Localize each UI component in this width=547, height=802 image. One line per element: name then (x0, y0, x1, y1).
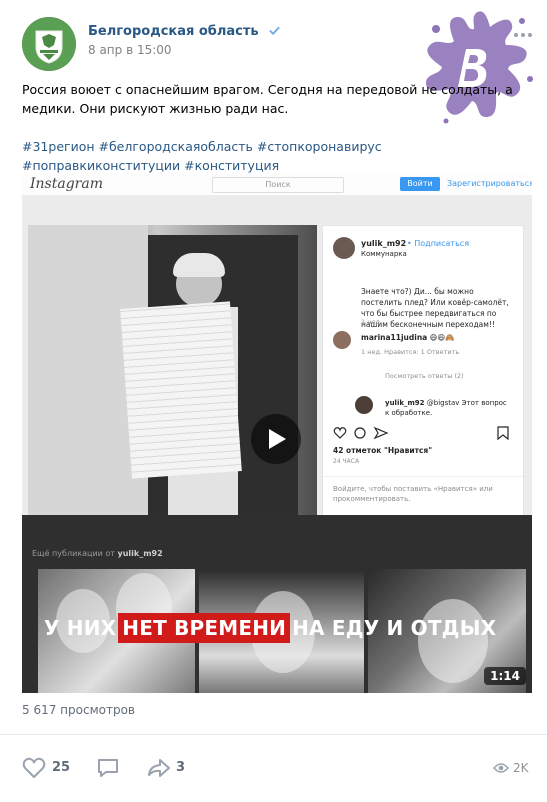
video-view-count: 5 617 просмотров (22, 703, 135, 717)
share-count: 3 (176, 760, 186, 775)
instagram-more-from: Ещё публикации от yulik_m92 (32, 549, 163, 558)
like-button[interactable]: 25 (22, 757, 72, 779)
instagram-username: yulik_m92 (361, 239, 407, 248)
instagram-login-button: Войти (400, 177, 440, 191)
instagram-commenter: marina11judina 😄😄🙈 (361, 333, 455, 342)
eye-icon (493, 763, 509, 773)
instagram-commenter-avatar (333, 331, 351, 349)
author-name[interactable]: Белгородская область (88, 24, 281, 39)
instagram-comment-meta: 1 нед. (361, 318, 383, 326)
instagram-login-prompt: Войдите, чтобы поставить «Нравится» или … (333, 485, 493, 503)
comment-icon (98, 759, 118, 777)
author-avatar[interactable] (22, 17, 76, 71)
post-hashtags[interactable]: #31регион #белгородскаяобласть #стопкоро… (22, 137, 532, 175)
instagram-action-icons (333, 426, 509, 440)
post-card: Белгородская область 8 апр в 15:00 Росси… (0, 0, 547, 802)
video-caption-end: НА ЕДУ И ОТДЫХ (292, 616, 497, 640)
instagram-register-link: Зарегистрироваться (447, 179, 532, 188)
play-button[interactable] (251, 414, 301, 464)
instagram-reply-avatar (355, 396, 373, 414)
verified-check-icon (269, 26, 281, 36)
coat-of-arms-icon (22, 17, 76, 71)
author-name-text[interactable]: Белгородская область (88, 24, 259, 39)
instagram-likes-date: 24 ЧАСА (333, 458, 360, 465)
post-views: 2K (493, 759, 533, 777)
instagram-comments-panel: yulik_m92 • Подписаться Коммунарка Знает… (322, 225, 524, 517)
photo-paper-list (120, 301, 242, 479)
instagram-search: Поиск (212, 177, 344, 193)
instagram-location: Коммунарка (361, 250, 407, 258)
instagram-avatar (333, 237, 355, 259)
instagram-logo: Instagram (30, 176, 103, 192)
share-button[interactable]: 3 (146, 757, 191, 779)
comment-button[interactable] (96, 757, 120, 779)
instagram-divider (323, 476, 523, 477)
heart-icon (22, 757, 46, 778)
instagram-likes: 42 отметок "Нравится" (333, 446, 433, 455)
instagram-commenter-meta: 1 нед. Нравится: 1 Ответить (361, 348, 460, 356)
video-duration: 1:14 (484, 667, 526, 685)
instagram-post-view: yulik_m92 • Подписаться Коммунарка Знает… (22, 195, 532, 517)
instagram-topbar: Instagram Поиск Войти Зарегистрироваться (22, 173, 532, 195)
divider (0, 734, 547, 735)
video-caption: У НИХ НЕТ ВРЕМЕНИ НА ЕДУ И ОТДЫХ (44, 613, 496, 643)
post-date[interactable]: 8 апр в 15:00 (88, 43, 172, 57)
photo-medic-cap (173, 253, 225, 277)
share-icon (148, 759, 170, 777)
video-frame-photo (28, 225, 317, 515)
like-count: 25 (52, 760, 71, 775)
instagram-comment: Знаете что?) Ди... бы можно постелить пл… (361, 287, 509, 329)
post-text: Россия воюет с опаснейшим врагом. Сегодн… (22, 82, 513, 116)
instagram-view-replies: Посмотреть ответы (2) (385, 372, 464, 380)
post-views-count: 2K (513, 761, 529, 775)
instagram-reply: yulik_m92 @bigstav Этот вопрос к обработ… (385, 399, 507, 417)
video-caption-highlight: НЕТ ВРЕМЕНИ (118, 613, 291, 643)
video-caption-start: У НИХ (44, 616, 117, 640)
play-icon (269, 429, 286, 449)
video-player[interactable]: Instagram Поиск Войти Зарегистрироваться… (22, 173, 532, 693)
instagram-follow: • Подписаться (407, 239, 470, 248)
